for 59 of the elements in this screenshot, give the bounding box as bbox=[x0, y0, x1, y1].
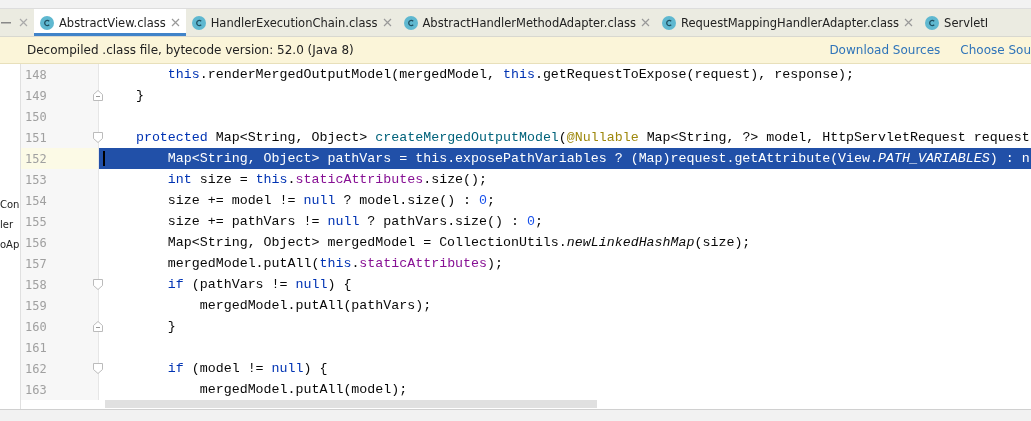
fold-icon[interactable] bbox=[93, 279, 103, 290]
line-number: 158 bbox=[25, 277, 47, 292]
line-number: 163 bbox=[25, 382, 47, 397]
line-number: 148 bbox=[25, 67, 47, 82]
line-number: 156 bbox=[25, 235, 47, 250]
code-line: Map<String, Object> mergedModel = CollectionUtils.newLinkedHashMap(size); bbox=[166, 235, 751, 250]
class-icon bbox=[403, 15, 418, 30]
line-number: 152 bbox=[25, 151, 47, 166]
line-number: 151 bbox=[25, 130, 47, 145]
code-line: Map<String, Object> pathVars = this.exposePathVariables ? (Map)request.getAttribute(View.PATH_VARIABLES) : n bbox=[166, 151, 1030, 166]
line-number: 150 bbox=[25, 109, 47, 124]
close-icon bbox=[640, 18, 650, 27]
file-tab[interactable]: HandlerExecutionChain.class bbox=[185, 9, 398, 36]
file-tab[interactable]: AbstractHandlerMethodAdapter.class bbox=[397, 9, 656, 36]
text-cursor bbox=[103, 151, 105, 166]
line-number: 155 bbox=[25, 214, 47, 229]
file-tab[interactable]: RequestMappingHandlerAdapter.class bbox=[655, 9, 920, 36]
close-icon bbox=[382, 18, 392, 27]
code-line: int size = this.staticAttributes.size(); bbox=[166, 172, 488, 187]
tree-item[interactable]: ler bbox=[0, 218, 20, 232]
tree-item[interactable]: oAp bbox=[0, 238, 20, 252]
line-number: 149 bbox=[25, 88, 47, 103]
line-number: 161 bbox=[25, 340, 47, 355]
class-icon bbox=[40, 15, 54, 30]
close-icon bbox=[904, 18, 914, 27]
close-icon bbox=[170, 18, 180, 27]
link[interactable]: Choose Sou bbox=[960, 43, 1031, 57]
line-number: 160 bbox=[25, 319, 47, 334]
code-line: if (model != null) { bbox=[166, 361, 328, 376]
line-number: 154 bbox=[25, 193, 47, 208]
code-line: if (pathVars != null) { bbox=[166, 277, 352, 292]
code-line: } bbox=[166, 319, 176, 334]
code-line: mergedModel.putAll(this.staticAttributes); bbox=[166, 256, 503, 271]
notice-text: Decompiled .class file, bytecode version: 52.0 (Java 8) bbox=[27, 43, 355, 57]
fold-icon[interactable] bbox=[93, 321, 103, 332]
fold-icon[interactable] bbox=[93, 363, 103, 374]
close-icon bbox=[18, 18, 28, 27]
code-line: size += pathVars != null ? pathVars.size() : 0; bbox=[166, 214, 543, 229]
line-number: 153 bbox=[25, 172, 47, 187]
file-tab[interactable]: AbstractView.class bbox=[34, 9, 186, 36]
class-icon bbox=[661, 15, 676, 30]
link[interactable]: Download Sources bbox=[829, 43, 941, 57]
minimize-icon bbox=[1, 21, 11, 24]
class-icon bbox=[925, 15, 940, 30]
line-number: 159 bbox=[25, 298, 47, 313]
file-tab[interactable]: ServletI bbox=[919, 9, 995, 36]
fold-icon[interactable] bbox=[93, 132, 103, 143]
code-line: this.renderMergedOutputModel(mergedModel, this.getRequestToExpose(request), response); bbox=[166, 67, 855, 82]
horizontal-scrollbar[interactable] bbox=[105, 400, 597, 408]
code-line: size += model != null ? model.size() : 0; bbox=[166, 193, 496, 208]
code-line: mergedModel.putAll(pathVars); bbox=[198, 298, 432, 313]
line-number: 162 bbox=[25, 361, 47, 376]
code-line: protected Map<String, Object> createMergedOutputModel(@Nullable Map<String, ?> model, HttpServletRequest request bbox=[134, 130, 1030, 145]
code-line: } bbox=[134, 88, 144, 103]
line-number: 157 bbox=[25, 256, 47, 271]
class-icon bbox=[191, 15, 206, 30]
tree-item[interactable]: Con bbox=[0, 198, 20, 212]
code-line: mergedModel.putAll(model); bbox=[198, 382, 408, 397]
fold-icon[interactable] bbox=[93, 90, 103, 101]
